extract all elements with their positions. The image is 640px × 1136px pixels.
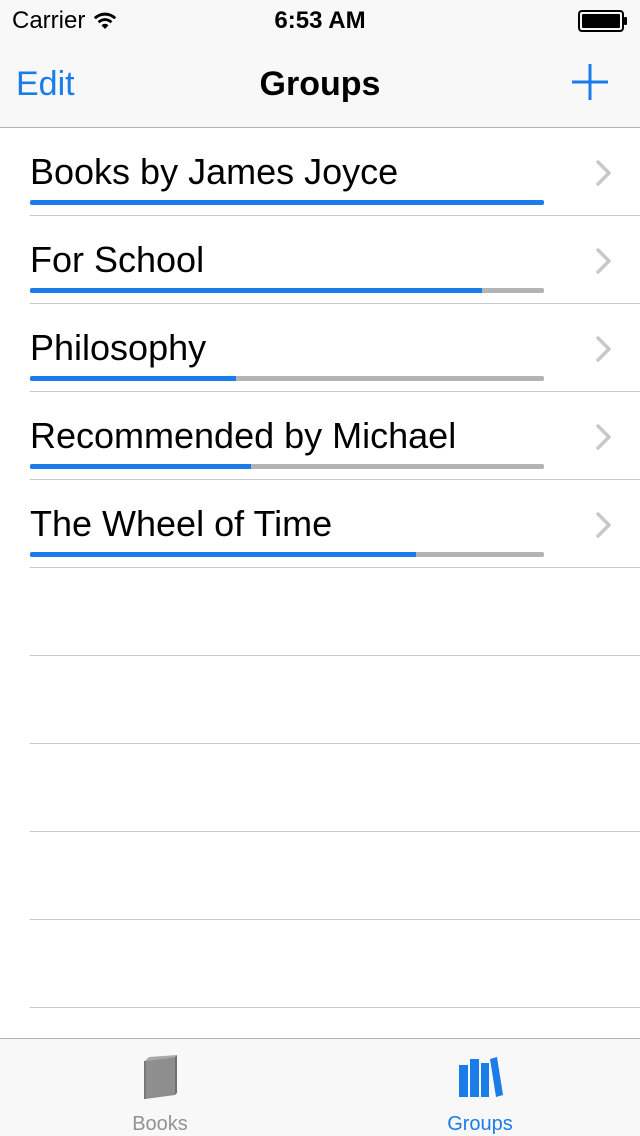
battery-icon bbox=[578, 10, 628, 32]
group-row[interactable]: Books by James Joyce bbox=[0, 128, 640, 216]
group-progress-fill bbox=[30, 552, 416, 557]
group-progress-bar bbox=[30, 464, 544, 469]
navigation-bar: Edit Groups bbox=[0, 40, 640, 128]
group-progress-bar bbox=[30, 376, 544, 381]
tab-bar: Books Groups bbox=[0, 1038, 640, 1136]
tab-groups-label: Groups bbox=[447, 1113, 513, 1135]
group-progress-bar bbox=[30, 288, 544, 293]
groups-list: Books by James Joyce For School Philosop… bbox=[0, 128, 640, 1008]
tab-books[interactable]: Books bbox=[0, 1039, 320, 1136]
books-shelf-icon bbox=[457, 1055, 503, 1099]
empty-row bbox=[0, 656, 640, 744]
group-progress-fill bbox=[30, 288, 483, 293]
group-row[interactable]: For School bbox=[0, 216, 640, 304]
chevron-right-icon bbox=[596, 424, 612, 450]
chevron-right-icon bbox=[596, 248, 612, 274]
screen: Carrier 6:53 AM Edit Groups Books by Jam… bbox=[0, 0, 640, 1136]
group-name: The Wheel of Time bbox=[30, 503, 333, 544]
chevron-right-icon bbox=[596, 336, 612, 362]
group-row[interactable]: Philosophy bbox=[0, 304, 640, 392]
tab-books-label: Books bbox=[132, 1113, 188, 1135]
tab-groups[interactable]: Groups bbox=[320, 1039, 640, 1136]
plus-icon bbox=[568, 60, 612, 104]
empty-row bbox=[0, 920, 640, 1008]
status-bar: Carrier 6:53 AM bbox=[0, 0, 640, 40]
group-row[interactable]: Recommended by Michael bbox=[0, 392, 640, 480]
group-progress-fill bbox=[30, 464, 252, 469]
empty-row bbox=[0, 832, 640, 920]
group-name: Books by James Joyce bbox=[30, 151, 399, 192]
group-row[interactable]: The Wheel of Time bbox=[0, 480, 640, 568]
status-time: 6:53 AM bbox=[274, 7, 366, 34]
group-name: For School bbox=[30, 239, 205, 280]
book-icon bbox=[139, 1055, 181, 1101]
group-name: Philosophy bbox=[30, 327, 207, 368]
group-progress-fill bbox=[30, 376, 236, 381]
page-title: Groups bbox=[259, 65, 381, 103]
group-progress-bar bbox=[30, 552, 544, 557]
group-progress-bar bbox=[30, 200, 544, 205]
group-progress-fill bbox=[30, 200, 544, 205]
chevron-right-icon bbox=[596, 512, 612, 538]
empty-row bbox=[0, 568, 640, 656]
chevron-right-icon bbox=[596, 160, 612, 186]
add-group-button[interactable] bbox=[568, 60, 612, 104]
group-name: Recommended by Michael bbox=[30, 415, 457, 456]
empty-row bbox=[0, 744, 640, 832]
